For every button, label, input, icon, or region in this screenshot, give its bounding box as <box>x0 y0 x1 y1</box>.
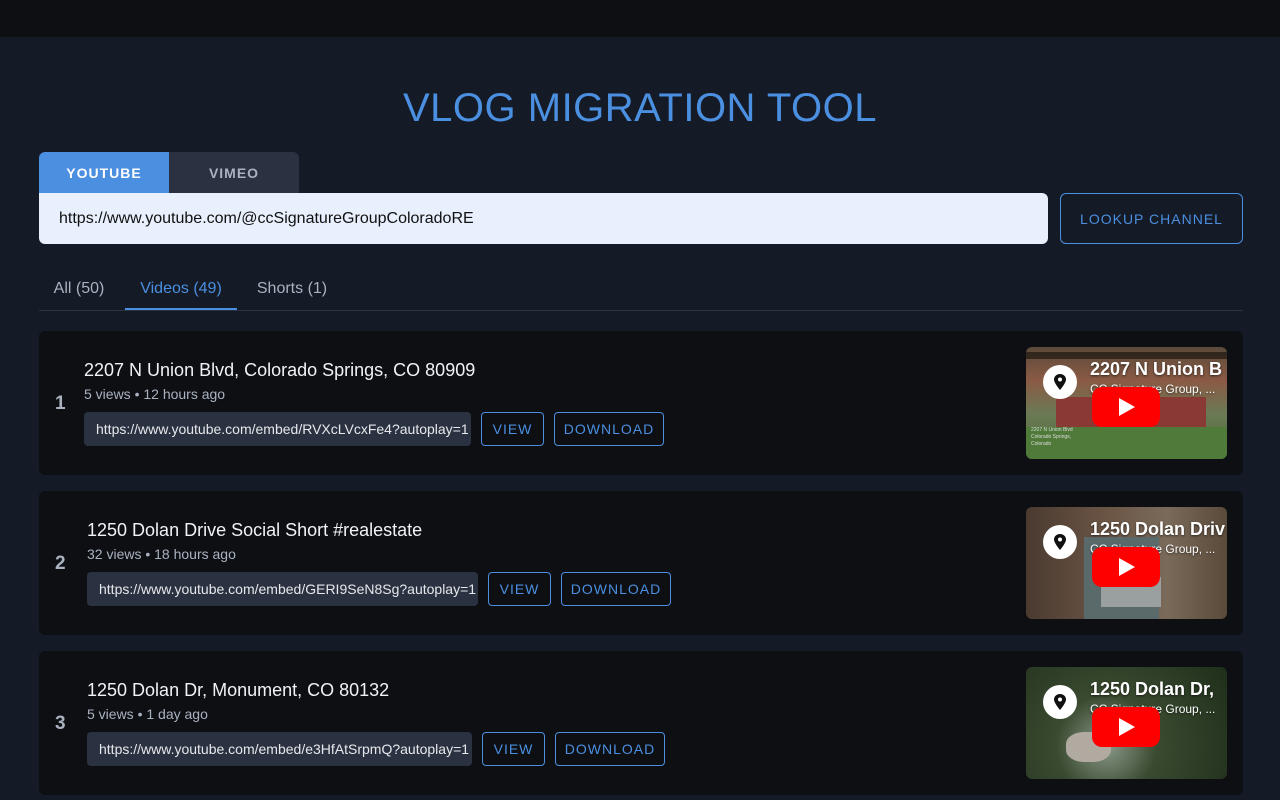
view-button[interactable]: VIEW <box>488 572 551 606</box>
video-meta: 32 views • 18 hours ago <box>87 546 236 562</box>
tab-shorts[interactable]: Shorts (1) <box>247 268 337 310</box>
top-bar <box>0 0 1280 37</box>
download-button[interactable]: DOWNLOAD <box>561 572 671 606</box>
play-icon[interactable] <box>1092 387 1160 427</box>
filter-tabs: All (50) Videos (49) Shorts (1) <box>39 268 1243 311</box>
thumb-title: 1250 Dolan Dr, <box>1090 679 1215 699</box>
channel-url-input[interactable] <box>39 193 1048 244</box>
view-button[interactable]: VIEW <box>482 732 545 766</box>
video-thumbnail[interactable]: 2207 N Union B CC Signature Group, ... 2… <box>1026 347 1227 459</box>
video-index: 2 <box>55 553 66 574</box>
source-tabs: YOUTUBE VIMEO <box>39 152 299 193</box>
view-button[interactable]: VIEW <box>481 412 544 446</box>
play-icon[interactable] <box>1092 707 1160 747</box>
location-pin-icon <box>1054 694 1066 710</box>
video-index: 1 <box>55 393 66 414</box>
video-thumbnail[interactable]: 1250 Dolan Dr, CC Signature Group, ... <box>1026 667 1227 779</box>
download-button[interactable]: DOWNLOAD <box>555 732 665 766</box>
download-button[interactable]: DOWNLOAD <box>554 412 664 446</box>
embed-url-field[interactable]: https://www.youtube.com/embed/RVXcLVcxFe… <box>84 412 471 446</box>
embed-url-field[interactable]: https://www.youtube.com/embed/GERI9SeN8S… <box>87 572 478 606</box>
video-meta: 5 views • 1 day ago <box>87 706 208 722</box>
channel-logo <box>1043 525 1077 559</box>
play-icon[interactable] <box>1092 547 1160 587</box>
channel-logo <box>1043 685 1077 719</box>
tab-videos[interactable]: Videos (49) <box>125 268 237 310</box>
channel-logo <box>1043 365 1077 399</box>
thumb-title: 1250 Dolan Driv <box>1090 519 1226 539</box>
location-pin-icon <box>1054 374 1066 390</box>
video-index: 3 <box>55 713 66 734</box>
location-pin-icon <box>1054 534 1066 550</box>
video-title: 1250 Dolan Drive Social Short #realestat… <box>87 520 423 540</box>
lookup-channel-button[interactable]: LOOKUP CHANNEL <box>1060 193 1243 244</box>
video-thumbnail[interactable]: 1250 Dolan Driv CC Signature Group, ... <box>1026 507 1227 619</box>
thumb-caption: 2207 N Union Blvd Colorado Springs, Colo… <box>1031 427 1073 447</box>
embed-url-field[interactable]: https://www.youtube.com/embed/e3HfAtSrpm… <box>87 732 472 766</box>
tab-vimeo[interactable]: VIMEO <box>169 152 299 193</box>
tab-youtube[interactable]: YOUTUBE <box>39 152 169 193</box>
video-card: 2 1250 Dolan Drive Social Short #realest… <box>39 491 1243 635</box>
thumb-banner <box>1026 352 1227 359</box>
thumb-title: 2207 N Union B <box>1090 359 1223 379</box>
video-card: 3 1250 Dolan Dr, Monument, CO 80132 5 vi… <box>39 651 1243 795</box>
video-meta: 5 views • 12 hours ago <box>84 386 226 402</box>
tab-all[interactable]: All (50) <box>39 268 119 310</box>
video-card: 1 2207 N Union Blvd, Colorado Springs, C… <box>39 331 1243 475</box>
video-title: 2207 N Union Blvd, Colorado Springs, CO … <box>84 360 476 380</box>
page-title: VLOG MIGRATION TOOL <box>402 86 878 130</box>
video-title: 1250 Dolan Dr, Monument, CO 80132 <box>87 680 390 700</box>
